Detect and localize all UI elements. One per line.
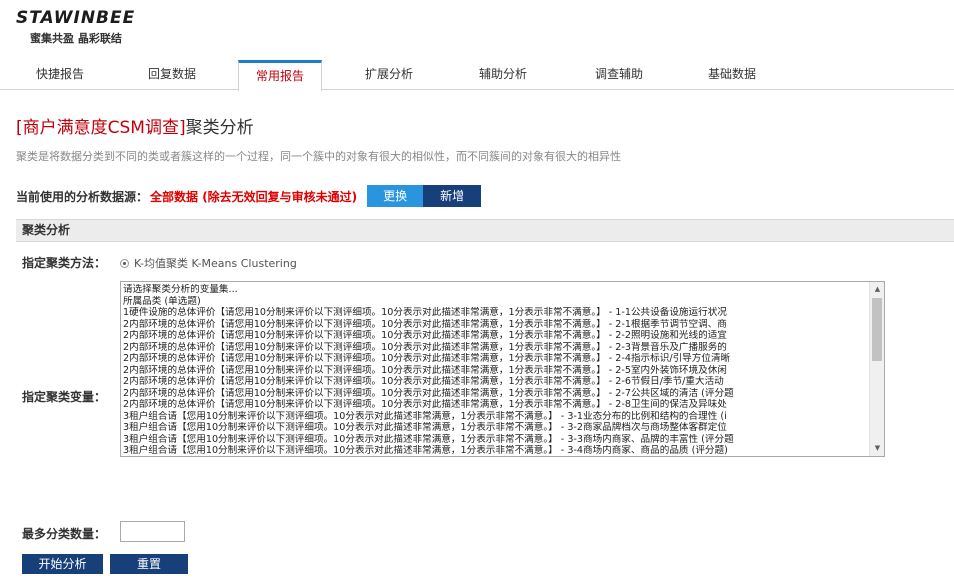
variables-multiselect[interactable]: 请选择聚类分析的变量集... 所属品类 (单选题) 1硬件设施的总体评价【请您用10…	[120, 281, 885, 457]
tab-response-data[interactable]: 回复数据	[130, 60, 214, 90]
data-source-row: 当前使用的分析数据源： 全部数据 (除去无效回复与审核未通过) 更换 新增	[16, 185, 482, 207]
change-source-button[interactable]: 更换	[367, 185, 424, 207]
reset-button[interactable]: 重置	[110, 554, 188, 574]
radio-selected-icon[interactable]	[120, 258, 129, 268]
listbox-scrollbar[interactable]: ▲ ▼	[869, 282, 884, 456]
page-title: [商户满意度CSM调查]聚类分析	[16, 113, 254, 138]
max-clusters-input[interactable]	[120, 521, 185, 542]
section-header: 聚类分析	[16, 219, 954, 242]
variable-option[interactable]: 2内部环境的总体评价【请您用10分制来评价以下测评细项。10分表示对此描述非常满…	[122, 319, 869, 331]
tab-quick-report[interactable]: 快捷报告	[18, 60, 102, 90]
variables-option-list[interactable]: 请选择聚类分析的变量集... 所属品类 (单选题) 1硬件设施的总体评价【请您用10…	[122, 284, 869, 456]
main-tabs: 快捷报告 回复数据 常用报告 扩展分析 辅助分析 调查辅助 基础数据	[0, 60, 954, 91]
page-title-project: [商户满意度CSM调查]	[16, 118, 186, 138]
variable-option[interactable]: 3租户组合请【您用10分制来评价以下测评细项。10分表示对此描述非常满意，1分表…	[122, 434, 869, 446]
tab-survey-assist[interactable]: 调查辅助	[577, 60, 661, 90]
page-title-analysis: 聚类分析	[185, 118, 254, 138]
add-source-button[interactable]: 新增	[423, 185, 482, 207]
tab-auxiliary-analysis[interactable]: 辅助分析	[461, 60, 545, 90]
variable-option[interactable]: 2内部环境的总体评价【请您用10分制来评价以下测评细项。10分表示对此描述非常满…	[122, 376, 869, 388]
variable-option[interactable]: 3租户组合请【您用10分制来评价以下测评细项。10分表示对此描述非常满意，1分表…	[122, 422, 869, 434]
variable-option[interactable]: 2内部环境的总体评价【请您用10分制来评价以下测评细项。10分表示对此描述非常满…	[122, 342, 869, 354]
brand-logo: STAWINBEE 蜜集共盈 晶彩联结	[16, 8, 135, 46]
method-label: 指定聚类方法：	[22, 256, 107, 270]
start-analysis-button[interactable]: 开始分析	[22, 554, 103, 574]
tab-basic-data[interactable]: 基础数据	[690, 60, 774, 90]
logo-wordmark: STAWINBEE	[16, 8, 136, 28]
data-source-value: 全部数据 (除去无效回复与审核未通过)	[150, 189, 358, 204]
max-clusters-label: 最多分类数量：	[22, 527, 107, 541]
variable-option[interactable]: 3租户组合请【您用10分制来评价以下测评细项。10分表示对此描述非常满意，1分表…	[122, 445, 869, 456]
scroll-down-arrow-icon[interactable]: ▼	[870, 441, 884, 456]
variable-option[interactable]: 2内部环境的总体评价【请您用10分制来评价以下测评细项。10分表示对此描述非常满…	[122, 353, 869, 365]
variable-option[interactable]: 所属品类 (单选题)	[122, 296, 869, 308]
variable-option[interactable]: 2内部环境的总体评价【请您用10分制来评价以下测评细项。10分表示对此描述非常满…	[122, 330, 869, 342]
logo-slogan: 蜜集共盈 晶彩联结	[30, 32, 122, 45]
variable-option[interactable]: 2内部环境的总体评价【请您用10分制来评价以下测评细项。10分表示对此描述非常满…	[122, 365, 869, 377]
data-source-label: 当前使用的分析数据源：	[16, 189, 149, 204]
variables-label: 指定聚类变量：	[22, 390, 107, 404]
method-radio-option[interactable]: K-均值聚类 K-Means Clustering	[120, 255, 297, 271]
page-description: 聚类是将数据分类到不同的类或者簇这样的一个过程，同一个簇中的对象有很大的相似性，…	[16, 150, 621, 163]
variable-option[interactable]: 2内部环境的总体评价【请您用10分制来评价以下测评细项。10分表示对此描述非常满…	[122, 388, 869, 400]
tab-extended-analysis[interactable]: 扩展分析	[347, 60, 431, 90]
scrollbar-thumb[interactable]	[872, 298, 882, 361]
scroll-up-arrow-icon[interactable]: ▲	[870, 282, 884, 297]
method-option-label: K-均值聚类 K-Means Clustering	[134, 257, 297, 270]
tab-common-report[interactable]: 常用报告	[238, 60, 322, 91]
variable-option[interactable]: 2内部环境的总体评价【请您用10分制来评价以下测评细项。10分表示对此描述非常满…	[122, 399, 869, 411]
variable-option[interactable]: 1硬件设施的总体评价【请您用10分制来评价以下测评细项。10分表示对此描述非常满…	[122, 307, 869, 319]
variable-option[interactable]: 3租户组合请【您用10分制来评价以下测评细项。10分表示对此描述非常满意，1分表…	[122, 411, 869, 423]
variable-option[interactable]: 请选择聚类分析的变量集...	[122, 284, 869, 296]
